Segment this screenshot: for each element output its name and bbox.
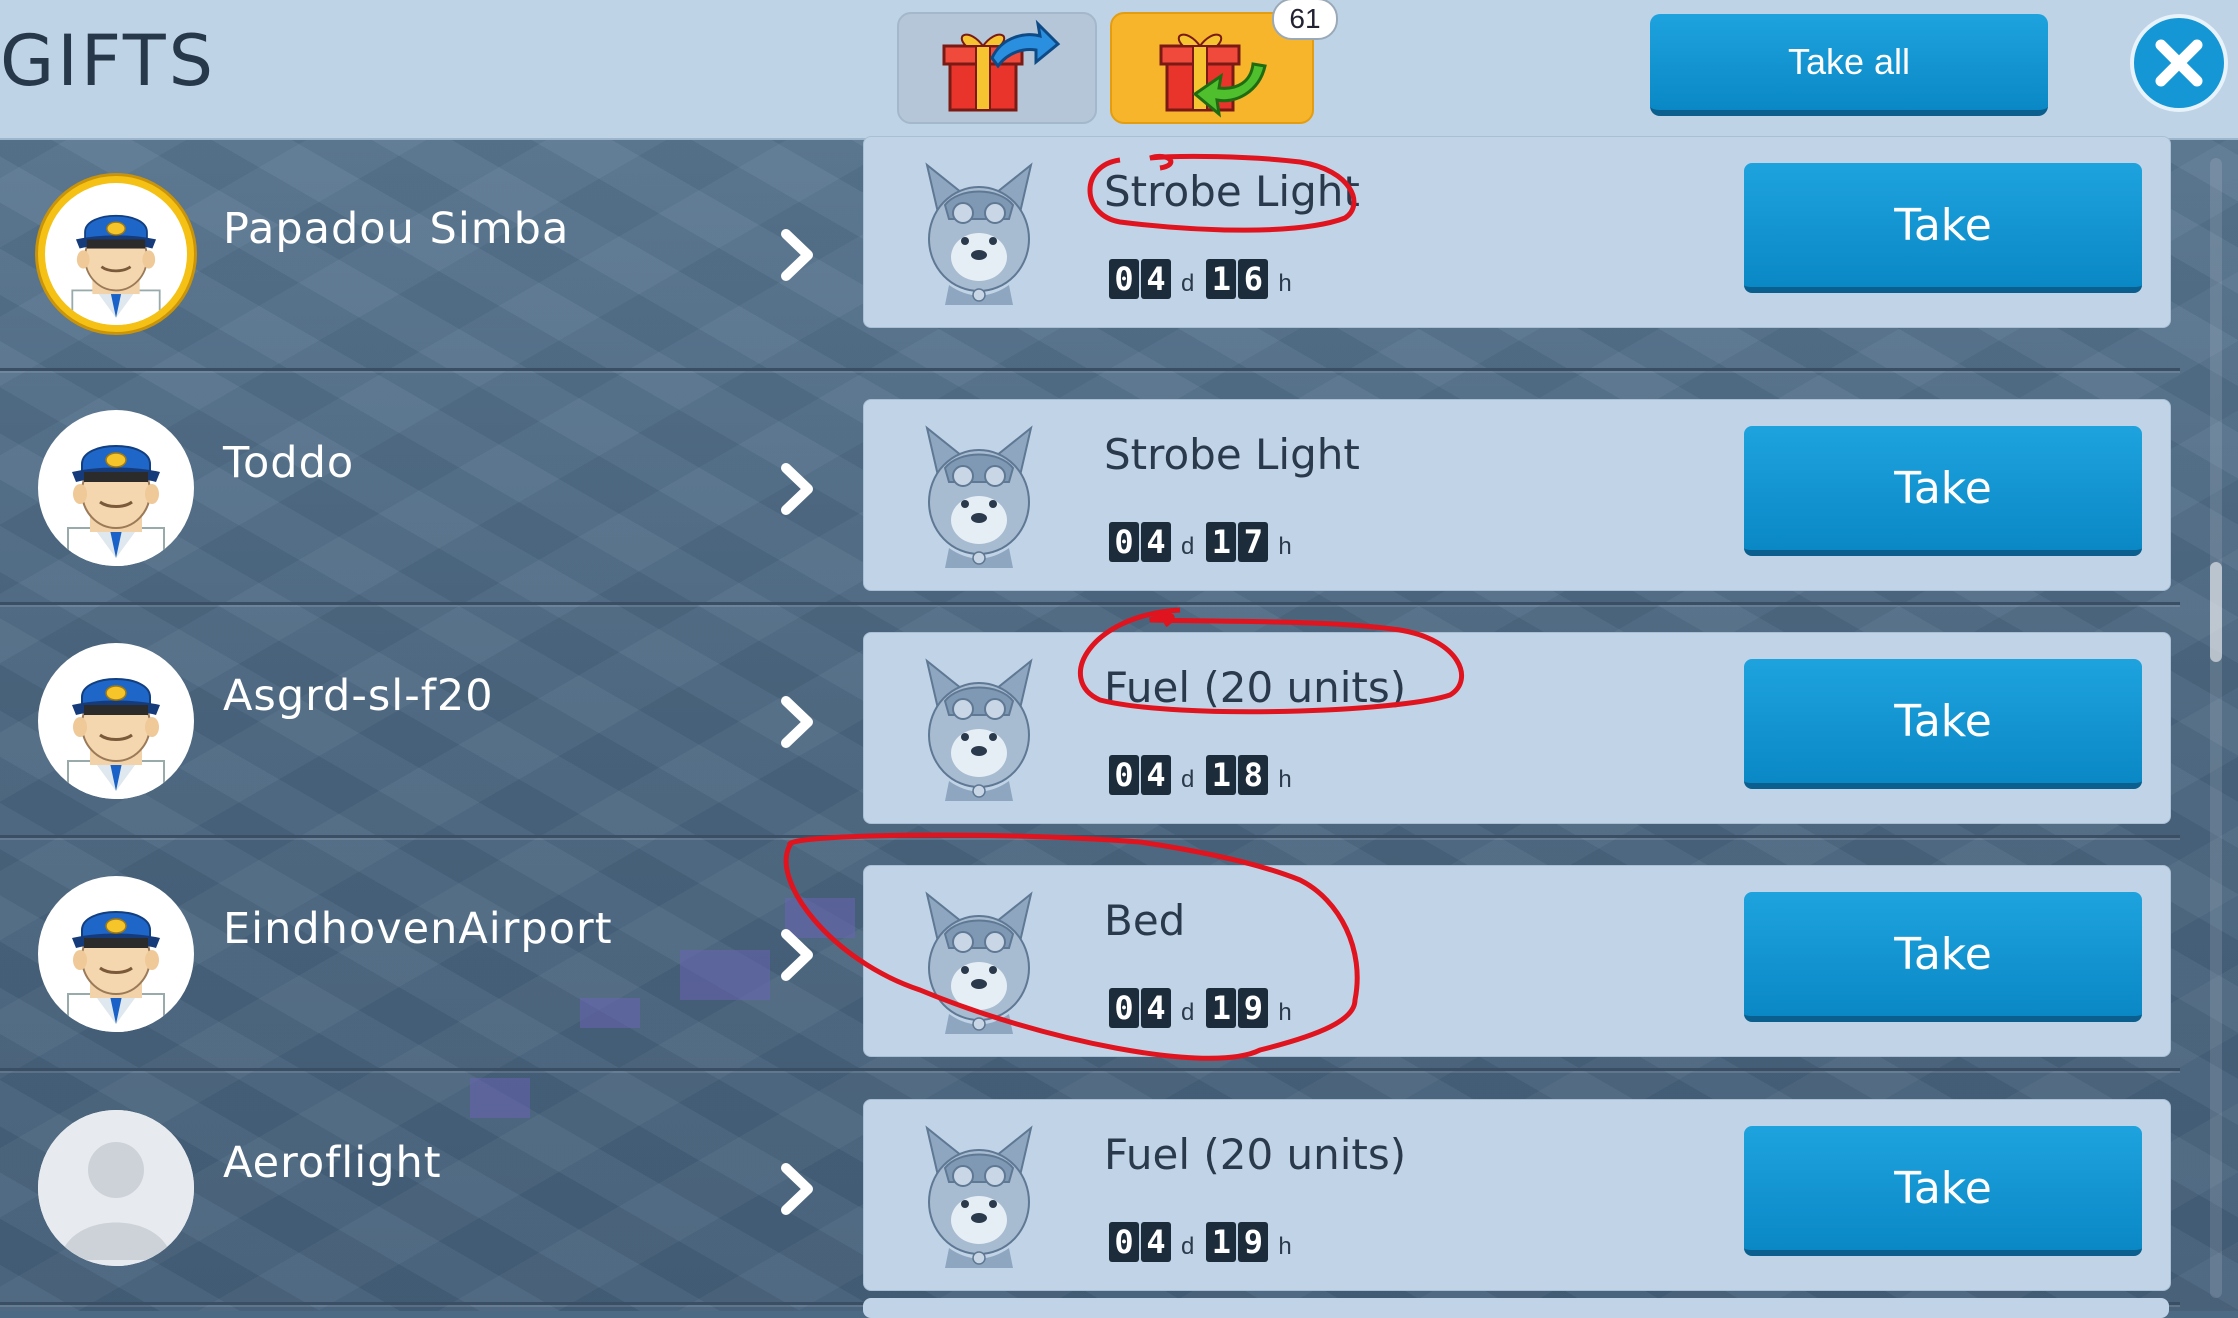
- expiry-timer: 0 4 d 1 9 h: [1109, 1222, 1304, 1262]
- gift-receive-icon: [1159, 33, 1267, 118]
- timer-digit: 1: [1206, 755, 1237, 795]
- sender-avatar[interactable]: [38, 176, 194, 332]
- timer-digit: 0: [1109, 259, 1139, 299]
- scrollbar-thumb[interactable]: [2210, 562, 2222, 662]
- expiry-timer: 0 4 d 1 6 h: [1109, 259, 1304, 299]
- timer-digit: 8: [1238, 755, 1269, 795]
- expiry-timer: 0 4 d 1 7 h: [1109, 522, 1304, 562]
- timer-digit: 6: [1238, 259, 1269, 299]
- timer-unit-days: d: [1181, 1233, 1195, 1260]
- timer-digit: 0: [1109, 1222, 1139, 1262]
- sender-avatar[interactable]: [38, 643, 194, 799]
- timer-digit: 0: [1109, 988, 1139, 1028]
- gift-row: EindhovenAirport Bed 0 4 d 1 9 h Take: [0, 838, 2180, 1071]
- chevron-right-icon[interactable]: [778, 228, 818, 282]
- gift-send-icon: [942, 19, 1061, 112]
- sender-name[interactable]: EindhovenAirport: [223, 904, 613, 954]
- gift-item-name: Bed: [1104, 896, 1186, 945]
- take-button[interactable]: Take: [1744, 426, 2142, 556]
- sender-name[interactable]: Asgrd-sl-f20: [223, 671, 494, 721]
- gift-item-name: Strobe Light: [1104, 430, 1360, 479]
- row-divider: [0, 1068, 2180, 1071]
- chevron-right-icon[interactable]: [778, 1162, 818, 1216]
- timer-digit: 9: [1238, 988, 1269, 1028]
- sender-name[interactable]: Papadou Simba: [223, 204, 569, 254]
- timer-digit: 4: [1141, 988, 1171, 1028]
- timer-digit: 1: [1206, 988, 1237, 1028]
- husky-pilot-icon: [909, 157, 1049, 307]
- timer-digit: 7: [1238, 522, 1269, 562]
- sender-avatar[interactable]: [38, 1110, 194, 1266]
- gift-item-name: Fuel (20 units): [1104, 663, 1407, 712]
- chevron-right-icon[interactable]: [778, 695, 818, 749]
- husky-pilot-icon: [909, 1120, 1049, 1270]
- timer-digit: 1: [1206, 1222, 1237, 1262]
- sender-avatar[interactable]: [38, 876, 194, 1032]
- gift-card: Fuel (20 units) 0 4 d 1 8 h Take: [863, 632, 2171, 824]
- timer-digit: 4: [1141, 755, 1171, 795]
- take-button[interactable]: Take: [1744, 1126, 2142, 1256]
- gift-count-badge: 61: [1272, 0, 1338, 40]
- gift-row: Toddo Strobe Light 0 4 d 1 7 h Take: [0, 372, 2180, 605]
- timer-unit-hours: h: [1278, 270, 1292, 297]
- gift-card: Strobe Light 0 4 d 1 7 h Take: [863, 399, 2171, 591]
- expiry-timer: 0 4 d 1 9 h: [1109, 988, 1304, 1028]
- sender-avatar[interactable]: [38, 410, 194, 566]
- husky-pilot-icon: [909, 886, 1049, 1036]
- expiry-timer: 0 4 d 1 8 h: [1109, 755, 1304, 795]
- timer-digit: 4: [1141, 1222, 1171, 1262]
- timer-digit: 1: [1206, 522, 1237, 562]
- husky-pilot-icon: [909, 653, 1049, 803]
- chevron-right-icon[interactable]: [778, 928, 818, 982]
- row-divider: [0, 368, 2180, 371]
- page-title: GIFTS: [0, 20, 217, 102]
- gift-card: Bed 0 4 d 1 9 h Take: [863, 865, 2171, 1057]
- close-button[interactable]: [2130, 14, 2228, 112]
- timer-digit: 4: [1141, 259, 1171, 299]
- close-icon: [2155, 39, 2203, 87]
- timer-unit-days: d: [1181, 533, 1195, 560]
- timer-unit-days: d: [1181, 270, 1195, 297]
- gift-row: Asgrd-sl-f20 Fuel (20 units) 0 4 d 1 8 h…: [0, 605, 2180, 838]
- timer-digit: 0: [1109, 522, 1139, 562]
- timer-unit-days: d: [1181, 766, 1195, 793]
- take-button[interactable]: Take: [1744, 659, 2142, 789]
- chevron-right-icon[interactable]: [778, 462, 818, 516]
- timer-digit: 9: [1238, 1222, 1269, 1262]
- gift-item-name: Fuel (20 units): [1104, 1130, 1407, 1179]
- take-all-button[interactable]: Take all: [1650, 14, 2048, 116]
- timer-digit: 0: [1109, 755, 1139, 795]
- gift-row: Papadou Simba Strobe Light 0 4 d 1 6 h T…: [0, 136, 2180, 371]
- take-button[interactable]: Take: [1744, 892, 2142, 1022]
- sender-name[interactable]: Toddo: [223, 438, 354, 488]
- husky-pilot-icon: [909, 420, 1049, 570]
- timer-unit-days: d: [1181, 999, 1195, 1026]
- timer-unit-hours: h: [1278, 766, 1292, 793]
- gift-item-name: Strobe Light: [1104, 167, 1360, 216]
- gift-card: Strobe Light 0 4 d 1 6 h Take: [863, 136, 2171, 328]
- timer-digit: 1: [1206, 259, 1237, 299]
- gift-card: Fuel (20 units) 0 4 d 1 9 h Take: [863, 1099, 2171, 1291]
- timer-unit-hours: h: [1278, 999, 1292, 1026]
- gifts-header: GIFTS 61 Take all: [0, 0, 2238, 140]
- send-gifts-tab[interactable]: [897, 12, 1097, 124]
- sender-name[interactable]: Aeroflight: [223, 1138, 442, 1188]
- scrollbar[interactable]: [2210, 158, 2222, 1298]
- timer-unit-hours: h: [1278, 533, 1292, 560]
- next-gift-card-partial: [863, 1298, 2169, 1318]
- timer-digit: 4: [1141, 522, 1171, 562]
- timer-unit-hours: h: [1278, 1233, 1292, 1260]
- take-button[interactable]: Take: [1744, 163, 2142, 293]
- gift-row: Aeroflight Fuel (20 units) 0 4 d 1 9 h T…: [0, 1072, 2180, 1305]
